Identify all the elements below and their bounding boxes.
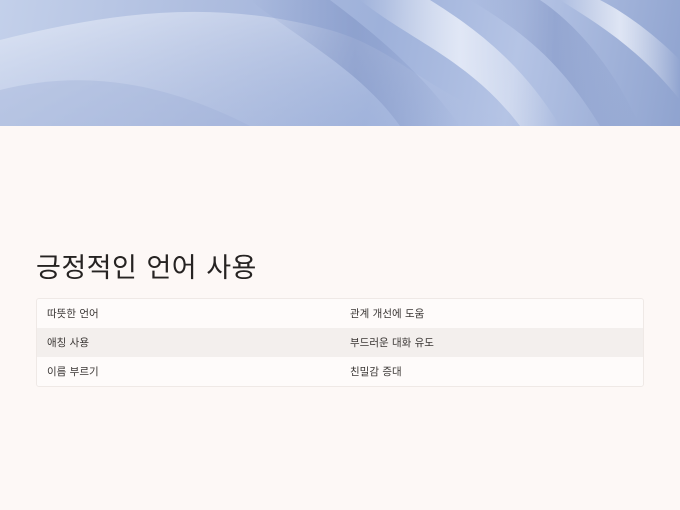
table-row: 따뜻한 언어 관계 개선에 도움 <box>37 299 643 328</box>
table-row: 애칭 사용 부드러운 대화 유도 <box>37 328 643 357</box>
table-cell-right: 관계 개선에 도움 <box>350 308 425 320</box>
table-cell-left: 따뜻한 언어 <box>47 308 99 320</box>
banner-image <box>0 0 680 126</box>
comparison-table: 따뜻한 언어 관계 개선에 도움 애칭 사용 부드러운 대화 유도 이름 부르기… <box>36 298 644 387</box>
page-title: 긍정적인 언어 사용 <box>36 253 257 284</box>
silk-fabric-illustration <box>0 0 680 126</box>
table-cell-left: 애칭 사용 <box>47 337 89 349</box>
table-cell-right: 친밀감 증대 <box>350 366 402 378</box>
table-cell-left: 이름 부르기 <box>47 366 99 378</box>
table-row: 이름 부르기 친밀감 증대 <box>37 357 643 386</box>
table-cell-right: 부드러운 대화 유도 <box>350 337 434 349</box>
